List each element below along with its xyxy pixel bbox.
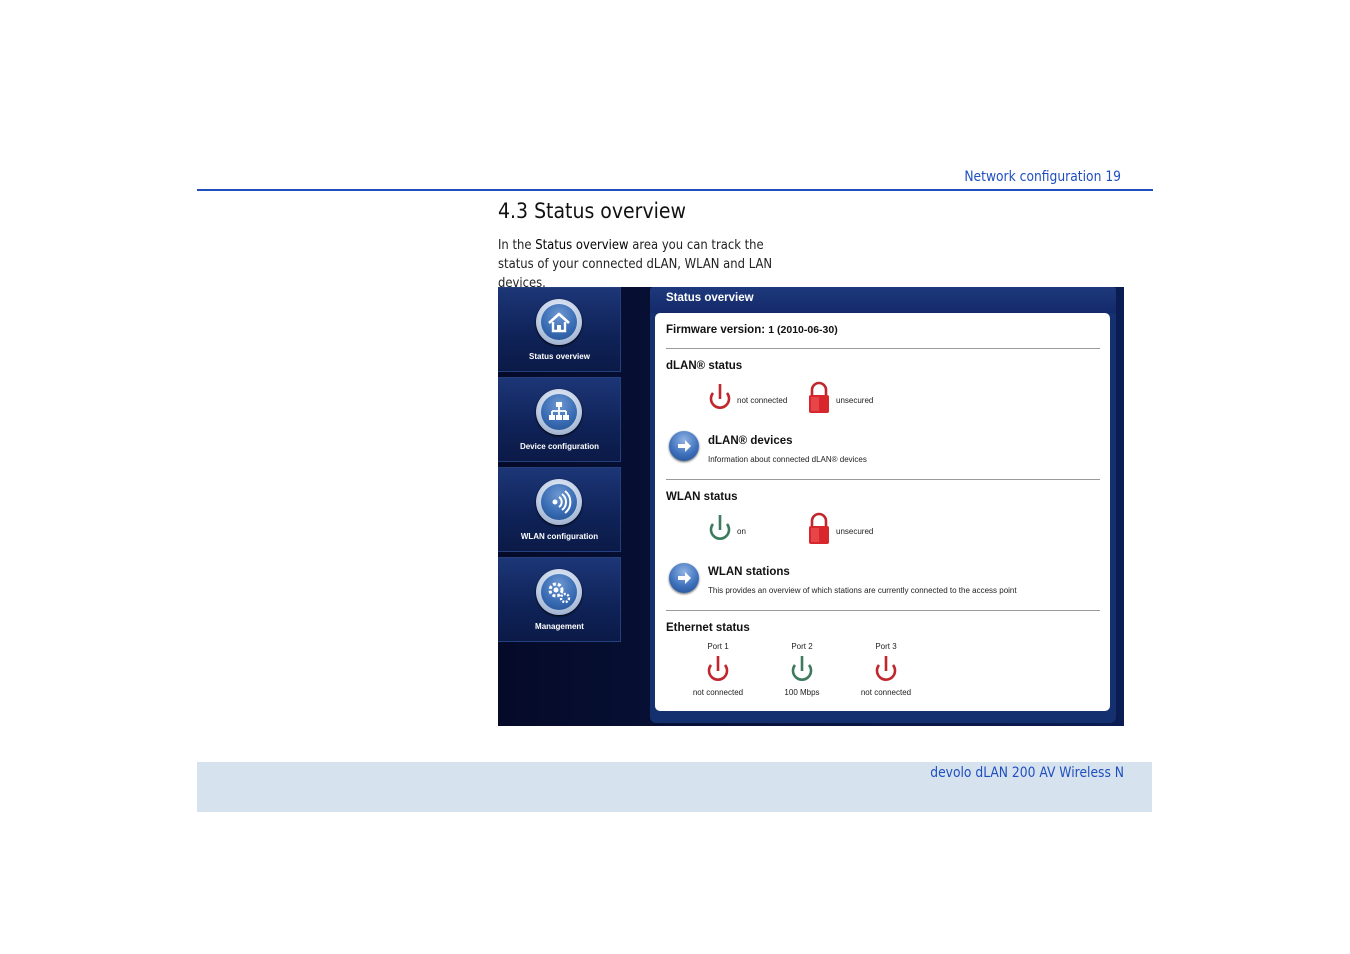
gears-icon xyxy=(536,569,582,615)
intro-bold: Status overview xyxy=(535,237,629,253)
wlan-stations-arrow-icon[interactable] xyxy=(669,563,699,593)
dlan-devices-link[interactable]: dLAN® devices xyxy=(708,435,793,447)
dlan-devices-description: Information about connected dLAN® device… xyxy=(708,455,867,464)
footer-product: devolo dLAN 200 AV Wireless N xyxy=(930,765,1124,781)
running-head: Network configuration 19 xyxy=(964,169,1121,185)
dlan-devices-arrow-icon[interactable] xyxy=(669,431,699,461)
port-3-label: Port 3 xyxy=(875,642,897,651)
port-3-status: not connected xyxy=(860,688,912,697)
dlan-status-heading: dLAN® status xyxy=(666,360,743,372)
divider xyxy=(666,479,1100,480)
lock-red-icon xyxy=(809,512,829,544)
home-icon xyxy=(536,299,582,345)
port-2-status: 100 Mbps xyxy=(784,688,820,697)
nav-device-configuration[interactable]: Device configuration xyxy=(498,377,621,462)
power-red-icon xyxy=(709,384,731,409)
power-green-icon xyxy=(709,515,731,540)
panel-title: Status overview xyxy=(666,292,754,304)
divider xyxy=(666,610,1100,611)
wlan-security-status: unsecured xyxy=(836,527,874,536)
port-1-label: Port 1 xyxy=(707,642,729,651)
wlan-stations-description: This provides an overview of which stati… xyxy=(708,586,1017,595)
power-red-icon xyxy=(707,656,729,681)
nav-wlan-configuration[interactable]: WLAN configuration xyxy=(498,467,621,552)
wlan-status-heading: WLAN status xyxy=(666,491,738,503)
firmware-line: Firmware version: 1 (2010-06-30) xyxy=(666,324,838,336)
nav-status-overview[interactable]: Status overview xyxy=(498,287,621,372)
nav-label: Device configuration xyxy=(519,442,600,451)
nav-label: Status overview xyxy=(529,352,590,361)
nav-label: WLAN configuration xyxy=(520,532,599,541)
wlan-stations-link[interactable]: WLAN stations xyxy=(708,566,790,578)
divider xyxy=(666,348,1100,349)
intro-paragraph: In the Status overview area you can trac… xyxy=(498,236,790,293)
wireless-icon xyxy=(536,479,582,525)
firmware-label: Firmware version: xyxy=(666,324,769,336)
nav-management[interactable]: Management xyxy=(498,557,621,642)
dlan-security-status: unsecured xyxy=(836,396,874,405)
status-overview-screenshot: Status overview Device configuration WLA… xyxy=(498,287,1124,726)
intro-before: In the xyxy=(498,237,536,253)
lock-red-icon xyxy=(809,381,829,413)
firmware-value: 1 (2010-06-30) xyxy=(768,324,838,336)
network-icon xyxy=(536,389,582,435)
power-green-icon xyxy=(791,656,813,681)
section-title: 4.3 Status overview xyxy=(498,199,686,223)
nav-label: Management xyxy=(535,622,584,631)
port-1-status: not connected xyxy=(692,688,744,697)
port-2-label: Port 2 xyxy=(791,642,813,651)
power-red-icon xyxy=(875,656,897,681)
header-rule xyxy=(197,189,1153,191)
ethernet-status-heading: Ethernet status xyxy=(666,622,750,634)
wlan-state: on xyxy=(737,527,746,536)
dlan-connection-status: not connected xyxy=(737,396,788,405)
